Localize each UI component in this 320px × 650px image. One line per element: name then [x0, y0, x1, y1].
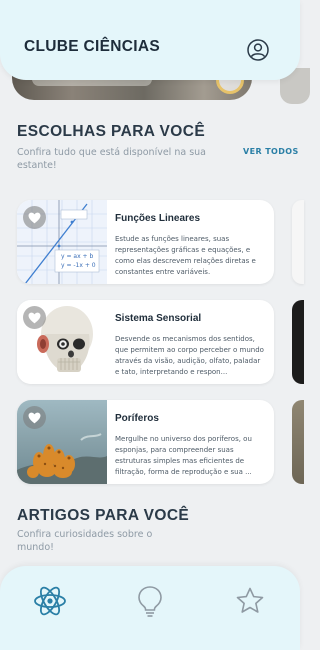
nav-item-science[interactable] [33, 584, 67, 618]
content-card-poriferos[interactable]: Poríferos Mergulhe no universo dos poríf… [17, 400, 274, 484]
card-description: Estude as funções lineares, suas represe… [115, 235, 256, 276]
atom-icon [34, 586, 66, 616]
next-card-peek[interactable] [292, 400, 304, 484]
nav-item-ideas[interactable] [133, 584, 167, 618]
card-thumbnail-skull [17, 300, 107, 384]
app-header: CLUBE CIÊNCIAS [0, 0, 300, 80]
next-card-peek[interactable] [292, 200, 304, 284]
favorite-button[interactable] [23, 306, 46, 329]
articles-section-title: ARTIGOS PARA VOCÊ [17, 507, 190, 524]
see-all-link[interactable]: VER TODOS [243, 147, 299, 156]
card-title: Funções Lineares [115, 213, 201, 224]
content-card-funcoes-lineares[interactable]: y = ax + b y = -1x + 0 Funções Lineares … [17, 200, 274, 284]
card-title: Sistema Sensorial [115, 313, 202, 324]
graph-equation-1: y = ax + b [61, 253, 94, 260]
choices-section-subtitle: Confira tudo que está disponível na sua … [17, 147, 206, 171]
user-circle-icon[interactable] [246, 38, 270, 62]
content-card-sistema-sensorial[interactable]: Sistema Sensorial Desvende os mecanismos… [17, 300, 274, 384]
star-icon [236, 587, 264, 613]
favorite-button[interactable] [23, 206, 46, 229]
card-description: Mergulhe no universo dos poríferos, ou e… [115, 435, 252, 476]
articles-section-subtitle: Confira curiosidades sobre o mundo! [17, 529, 153, 553]
app-title: CLUBE CIÊNCIAS [24, 38, 160, 55]
bottom-navigation [0, 566, 300, 650]
card-thumbnail-sponge [17, 400, 107, 484]
choices-section-title: ESCOLHAS PARA VOCÊ [17, 123, 206, 140]
heart-icon [28, 412, 41, 423]
next-card-peek[interactable] [292, 300, 304, 384]
heart-icon [28, 212, 41, 223]
graph-equation-2: y = -1x + 0 [61, 262, 96, 269]
card-thumbnail-graph: y = ax + b y = -1x + 0 [17, 200, 107, 284]
favorite-button[interactable] [23, 406, 46, 429]
nav-item-favorites[interactable] [233, 584, 267, 618]
card-title: Poríferos [115, 413, 159, 424]
lightbulb-icon [138, 586, 162, 617]
card-description: Desvende os mecanismos dos sentidos, que… [115, 335, 264, 376]
heart-icon [28, 312, 41, 323]
